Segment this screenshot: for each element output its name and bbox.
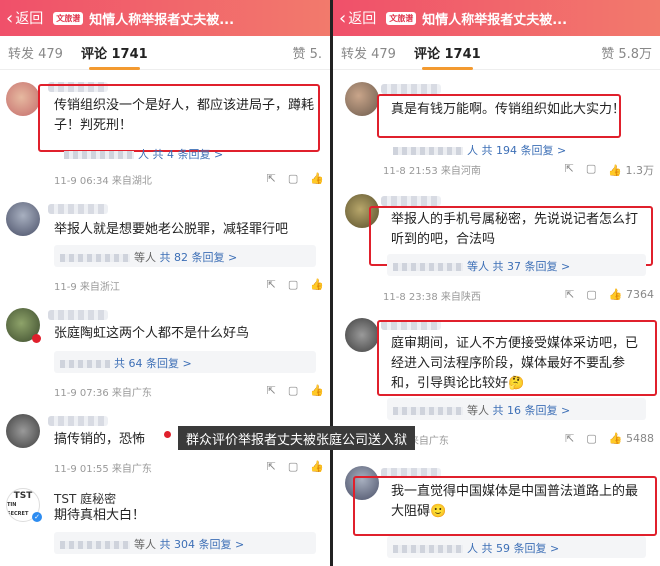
left-phone-screen: ‹ 返回 文旅谱 知情人称举报者丈夫被... 转发 479 评论 1741 赞 … xyxy=(0,0,330,566)
comment-meta: 11-8 23:38 来自陕西 ⇱ ▢ 👍 7364 xyxy=(383,288,654,303)
reply-summary[interactable]: 等人 共 37 条回复 > xyxy=(387,254,646,276)
avatar[interactable] xyxy=(6,202,40,236)
blurred-username xyxy=(48,310,108,320)
blurred-reply-names xyxy=(64,151,134,159)
comment-text: 举报人就是想要她老公脱罪，减轻罪行吧 xyxy=(54,222,289,237)
reply-summary[interactable]: 等人 共 304 条回复 > xyxy=(54,532,316,554)
highlight-box xyxy=(377,320,657,396)
comment-icon[interactable]: ▢ xyxy=(586,432,596,445)
like-count[interactable]: 👍 7364 xyxy=(609,288,654,301)
share-icon[interactable]: ⇱ xyxy=(267,278,276,291)
comment-meta: 11-9 来自浙江 ⇱ ▢ 👍 xyxy=(54,278,324,293)
comment-icon[interactable]: ▢ xyxy=(586,162,596,178)
highlight-box xyxy=(377,94,621,138)
like-count[interactable]: 👍 1.3万 xyxy=(608,162,654,178)
share-icon[interactable]: ⇱ xyxy=(565,432,574,445)
username[interactable]: TST 庭秘密 xyxy=(54,490,116,507)
like-icon[interactable]: 👍 xyxy=(310,278,324,291)
comment-icon[interactable]: ▢ xyxy=(288,384,298,397)
chevron-left-icon: ‹ xyxy=(6,7,14,29)
left-header-bar: ‹ 返回 文旅谱 知情人称举报者丈夫被... xyxy=(0,0,330,36)
reply-summary[interactable]: 共 64 条回复 > xyxy=(54,351,316,373)
right-source-badge: 文旅谱 xyxy=(386,11,417,25)
reply-summary[interactable]: 人 共 4 条回复 > xyxy=(54,142,316,164)
comment-text: 张庭陶虹这两个人都不是什么好鸟 xyxy=(54,326,250,341)
comment-meta: 11-9 01:55 来自广东 ⇱ ▢ 👍 xyxy=(54,460,324,475)
badge-icon xyxy=(32,334,41,343)
blurred-username xyxy=(381,196,441,206)
comment-icon[interactable]: ▢ xyxy=(288,172,298,185)
like-icon[interactable]: 👍 xyxy=(310,460,324,473)
reply-summary[interactable]: 人 共 194 条回复 > xyxy=(387,138,646,160)
like-icon[interactable]: 👍 xyxy=(310,384,324,397)
right-tab-like[interactable]: 赞 5.8万 xyxy=(601,43,652,62)
left-tab-comment[interactable]: 评论 1741 xyxy=(81,43,148,70)
blurred-reply-names xyxy=(60,541,130,549)
blurred-username xyxy=(48,416,108,426)
blurred-reply-names xyxy=(393,263,463,271)
right-header-bar: ‹ 返回 文旅谱 知情人称举报者丈夫被... xyxy=(333,0,660,36)
share-icon[interactable]: ⇱ xyxy=(565,162,574,178)
comment-meta: 11-9 07:36 来自广东 ⇱ ▢ 👍 xyxy=(54,384,324,399)
comment-meta: 11-8 21:53 来自河南 ⇱ ▢ 👍 1.3万 xyxy=(383,162,654,178)
verified-icon: ✓ xyxy=(32,512,42,522)
blurred-reply-names xyxy=(60,360,110,368)
like-icon[interactable]: 👍 xyxy=(310,172,324,185)
right-phone-screen: ‹ 返回 文旅谱 知情人称举报者丈夫被... 转发 479 评论 1741 赞 … xyxy=(330,0,660,566)
comment-icon[interactable]: ▢ xyxy=(288,460,298,473)
left-page-title: 知情人称举报者丈夫被... xyxy=(89,12,235,28)
blurred-reply-names xyxy=(393,407,463,415)
right-tab-repost[interactable]: 转发 479 xyxy=(341,43,396,62)
blurred-username xyxy=(48,204,108,214)
right-back-label: 返回 xyxy=(348,11,377,27)
comment-icon[interactable]: ▢ xyxy=(586,288,596,301)
caption-dot xyxy=(164,431,171,438)
left-source-badge: 文旅谱 xyxy=(53,11,84,25)
blurred-username xyxy=(381,84,441,94)
right-page-title: 知情人称举报者丈夫被... xyxy=(422,12,568,28)
share-icon[interactable]: ⇱ xyxy=(267,384,276,397)
comment-text: 期待真相大白！ xyxy=(54,508,146,523)
video-caption: 群众评价举报者丈夫被张庭公司送入狱 xyxy=(178,426,416,450)
blurred-reply-names xyxy=(393,147,463,155)
share-icon[interactable]: ⇱ xyxy=(565,288,574,301)
chevron-left-icon: ‹ xyxy=(339,7,347,29)
avatar[interactable] xyxy=(6,82,40,116)
left-back-label: 返回 xyxy=(15,11,44,27)
left-tab-bar: 转发 479 评论 1741 赞 5. xyxy=(0,36,330,70)
like-count[interactable]: 👍 5488 xyxy=(609,432,654,445)
avatar[interactable] xyxy=(6,414,40,448)
screenshot-collage: ‹ 返回 文旅谱 知情人称举报者丈夫被... 转发 479 评论 1741 赞 … xyxy=(0,0,660,566)
share-icon[interactable]: ⇱ xyxy=(267,172,276,185)
left-tab-repost[interactable]: 转发 479 xyxy=(8,43,63,62)
avatar[interactable] xyxy=(345,318,379,352)
comment-meta: 11-9 06:34 来自湖北 ⇱ ▢ 👍 xyxy=(54,172,324,187)
highlight-box xyxy=(353,476,657,536)
right-back-button[interactable]: ‹ 返回 xyxy=(339,8,376,29)
left-tab-like[interactable]: 赞 5. xyxy=(292,43,322,62)
share-icon[interactable]: ⇱ xyxy=(267,460,276,473)
reply-summary[interactable]: 人 共 59 条回复 > xyxy=(387,536,646,558)
comment-icon[interactable]: ▢ xyxy=(288,278,298,291)
blurred-reply-names xyxy=(393,545,463,553)
right-tab-bar: 转发 479 评论 1741 赞 5.8万 xyxy=(333,36,660,70)
comment-meta: 11-9 来自广东 ⇱ ▢ 👍 5488 xyxy=(383,432,654,447)
avatar[interactable] xyxy=(345,82,379,116)
reply-summary[interactable]: 等人 共 82 条回复 > xyxy=(54,245,316,267)
reply-summary[interactable]: 等人 共 16 条回复 > xyxy=(387,398,646,420)
blurred-reply-names xyxy=(60,254,130,262)
left-back-button[interactable]: ‹ 返回 xyxy=(6,8,43,29)
right-tab-comment[interactable]: 评论 1741 xyxy=(414,43,481,70)
